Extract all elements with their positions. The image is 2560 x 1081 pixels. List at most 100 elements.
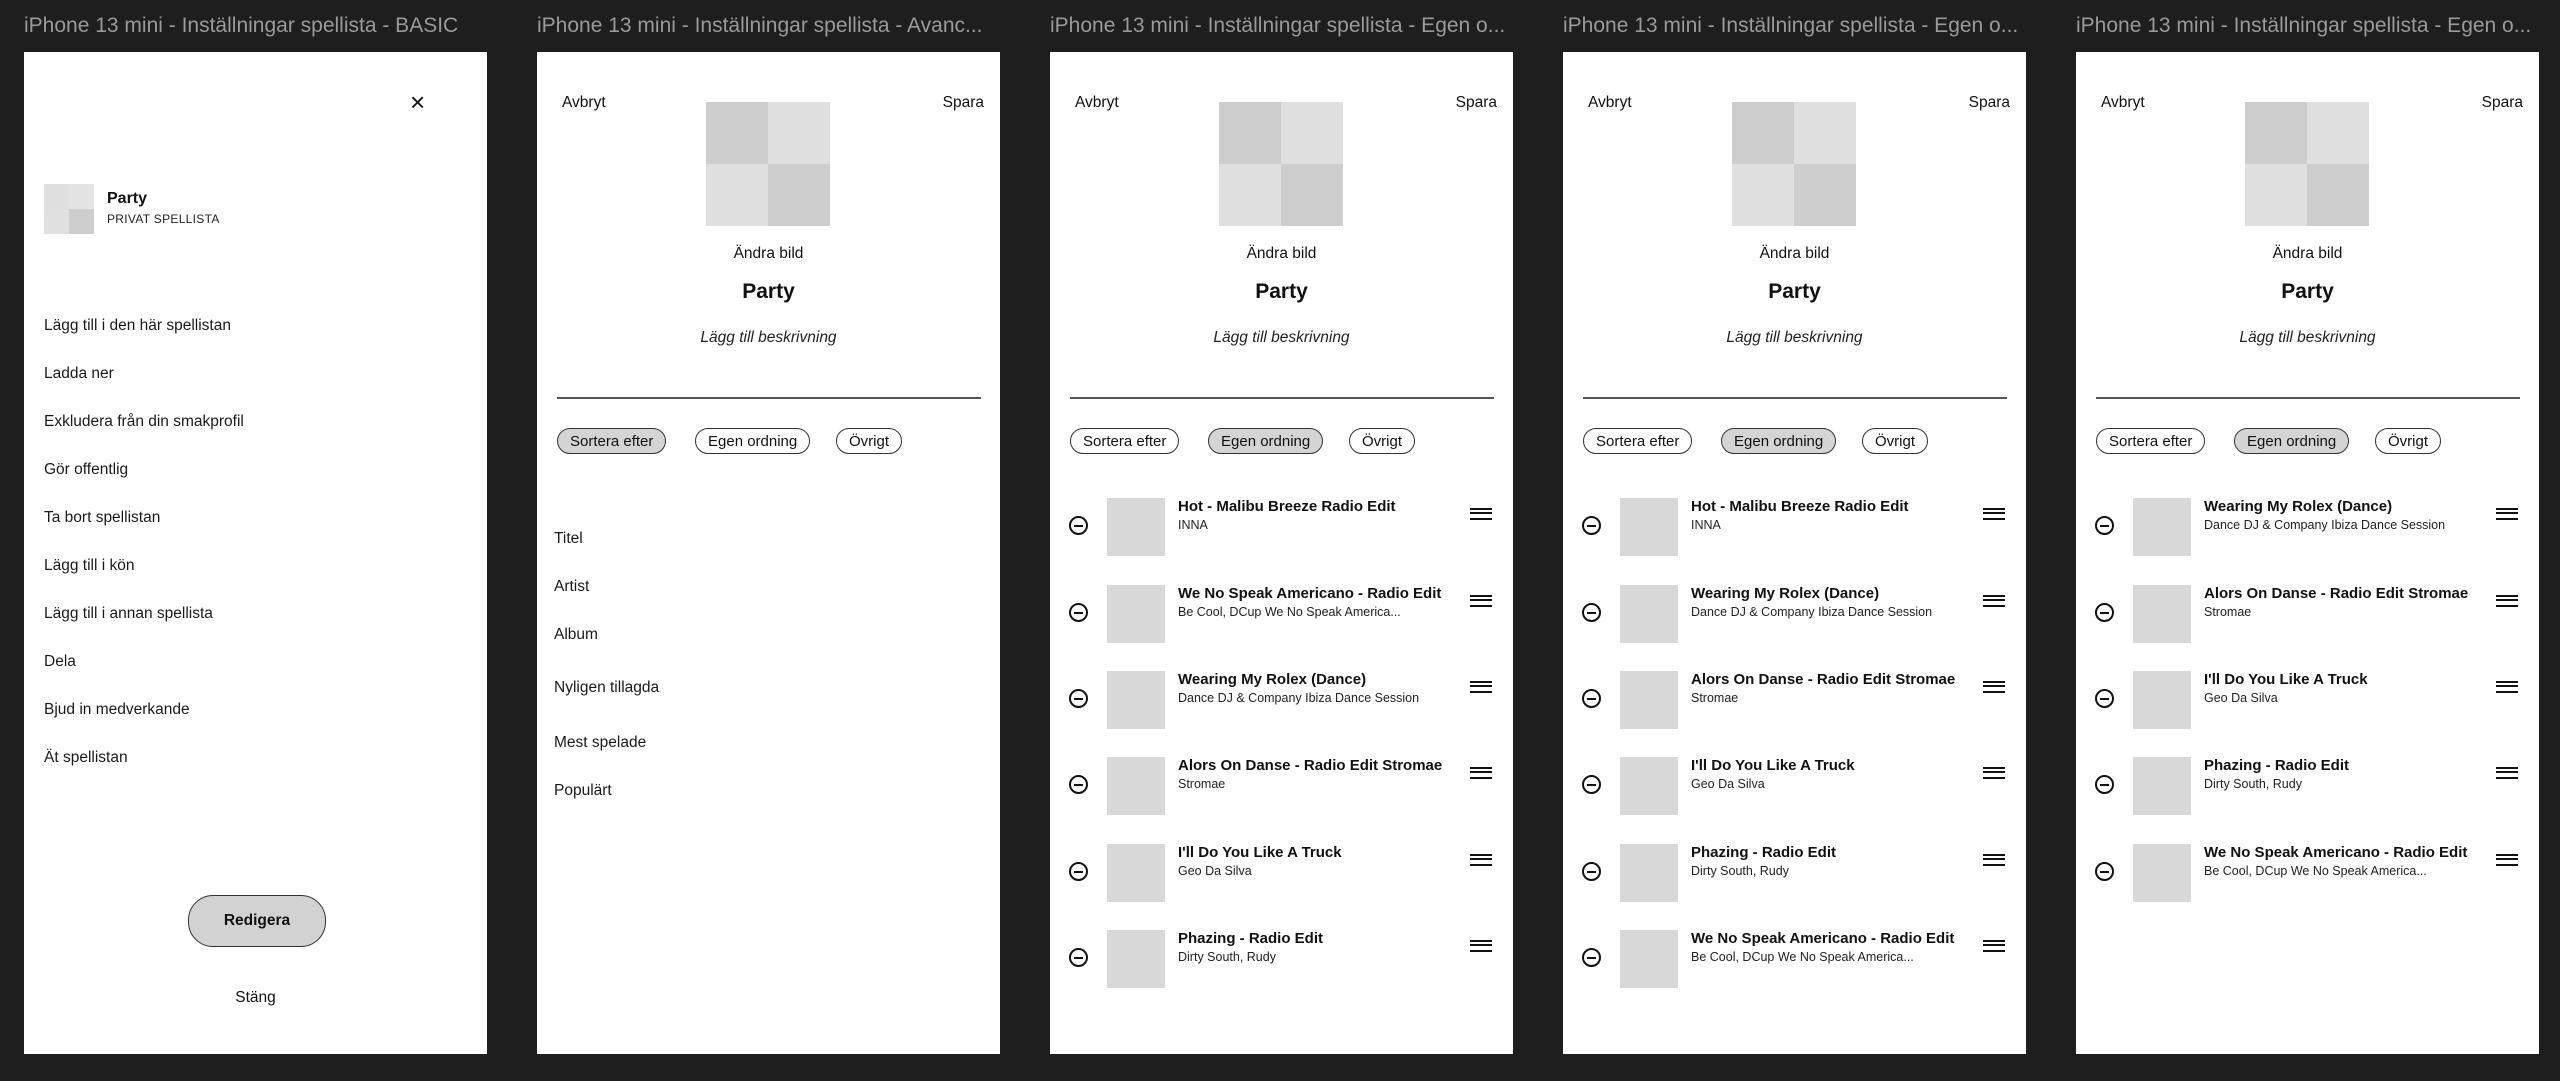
sort-option-popular[interactable]: Populärt	[554, 782, 612, 800]
sort-option-artist[interactable]: Artist	[554, 578, 589, 596]
remove-circle-icon[interactable]	[1582, 689, 1601, 708]
menu-item-add-to-playlist[interactable]: Lägg till i den här spellistan	[44, 317, 231, 335]
sort-option-title[interactable]: Titel	[554, 530, 583, 548]
track-artwork	[2133, 757, 2191, 815]
description-field[interactable]: Lägg till beskrivning	[537, 329, 1000, 347]
frame-custom-1: Avbryt Spara Ändra bild Party Lägg till …	[1050, 52, 1513, 1054]
tab-custom-order[interactable]: Egen ordning	[1721, 428, 1837, 454]
playlist-cover-image[interactable]	[706, 102, 830, 226]
drag-handle-icon[interactable]	[1470, 595, 1492, 607]
drag-handle-icon[interactable]	[1983, 854, 2005, 866]
change-image-link[interactable]: Ändra bild	[2076, 245, 2539, 263]
sort-option-album[interactable]: Album	[554, 626, 598, 644]
tab-custom-order[interactable]: Egen ordning	[695, 428, 811, 454]
description-field[interactable]: Lägg till beskrivning	[1050, 329, 1513, 347]
drag-handle-icon[interactable]	[1470, 681, 1492, 693]
drag-handle-icon[interactable]	[1983, 508, 2005, 520]
drag-handle-icon[interactable]	[2496, 854, 2518, 866]
tab-sort-by[interactable]: Sortera efter	[2096, 428, 2206, 454]
sort-option-most-played[interactable]: Mest spelade	[554, 734, 646, 752]
track-row: Wearing My Rolex (Dance) Dance DJ & Comp…	[1050, 671, 1513, 731]
remove-circle-icon[interactable]	[1582, 862, 1601, 881]
menu-item-add-to-queue[interactable]: Lägg till i kön	[44, 557, 134, 575]
tab-sort-by[interactable]: Sortera efter	[1583, 428, 1693, 454]
tab-custom-order[interactable]: Egen ordning	[1208, 428, 1324, 454]
remove-circle-icon[interactable]	[1069, 948, 1088, 967]
remove-circle-icon[interactable]	[2095, 516, 2114, 535]
drag-handle-icon[interactable]	[1983, 681, 2005, 693]
remove-circle-icon[interactable]	[1069, 516, 1088, 535]
track-artist: Stromae	[1691, 691, 1739, 705]
tab-sort-by[interactable]: Sortera efter	[1070, 428, 1180, 454]
tab-other[interactable]: Övrigt	[836, 428, 903, 454]
description-field[interactable]: Lägg till beskrivning	[1563, 329, 2026, 347]
remove-circle-icon[interactable]	[2095, 775, 2114, 794]
remove-circle-icon[interactable]	[1582, 948, 1601, 967]
menu-item-add-to-other-playlist[interactable]: Lägg till i annan spellista	[44, 605, 213, 623]
menu-item-delete-playlist[interactable]: Ta bort spellistan	[44, 509, 160, 527]
close-link[interactable]: Stäng	[24, 989, 487, 1007]
menu-item-make-public[interactable]: Gör offentlig	[44, 461, 128, 479]
cancel-button[interactable]: Avbryt	[1075, 94, 1119, 112]
change-image-link[interactable]: Ändra bild	[537, 245, 1000, 263]
playlist-cover-image[interactable]	[2245, 102, 2369, 226]
remove-circle-icon[interactable]	[1582, 516, 1601, 535]
drag-handle-icon[interactable]	[1983, 767, 2005, 779]
track-row: Phazing - Radio Edit Dirty South, Rudy	[1050, 930, 1513, 990]
save-button[interactable]: Spara	[2482, 94, 2523, 112]
menu-item-download[interactable]: Ladda ner	[44, 365, 114, 383]
drag-handle-icon[interactable]	[1983, 940, 2005, 952]
track-row: Wearing My Rolex (Dance) Dance DJ & Comp…	[2076, 498, 2539, 558]
menu-item-invite-collaborators[interactable]: Bjud in medverkande	[44, 701, 190, 719]
playlist-title[interactable]: Party	[1050, 280, 1513, 304]
playlist-cover-image[interactable]	[1219, 102, 1343, 226]
menu-item-share[interactable]: Dela	[44, 653, 76, 671]
edit-button[interactable]: Redigera	[188, 895, 326, 947]
track-artist: INNA	[1178, 518, 1208, 532]
tab-other[interactable]: Övrigt	[2375, 428, 2442, 454]
tab-other[interactable]: Övrigt	[1349, 428, 1416, 454]
drag-handle-icon[interactable]	[2496, 681, 2518, 693]
remove-circle-icon[interactable]	[1069, 603, 1088, 622]
tab-sort-by[interactable]: Sortera efter	[557, 428, 667, 454]
playlist-title[interactable]: Party	[537, 280, 1000, 304]
playlist-title[interactable]: Party	[2076, 280, 2539, 304]
change-image-link[interactable]: Ändra bild	[1050, 245, 1513, 263]
remove-circle-icon[interactable]	[1582, 775, 1601, 794]
drag-handle-icon[interactable]	[2496, 767, 2518, 779]
menu-item-exclude-taste[interactable]: Exkludera från din smakprofil	[44, 413, 244, 431]
remove-circle-icon[interactable]	[2095, 862, 2114, 881]
save-button[interactable]: Spara	[1969, 94, 2010, 112]
track-row: We No Speak Americano - Radio Edit Be Co…	[1050, 585, 1513, 645]
description-field[interactable]: Lägg till beskrivning	[2076, 329, 2539, 347]
drag-handle-icon[interactable]	[2496, 508, 2518, 520]
playlist-title[interactable]: Party	[1563, 280, 2026, 304]
remove-circle-icon[interactable]	[1582, 603, 1601, 622]
drag-handle-icon[interactable]	[1470, 940, 1492, 952]
cancel-button[interactable]: Avbryt	[2101, 94, 2145, 112]
drag-handle-icon[interactable]	[1470, 854, 1492, 866]
menu-item-eat-playlist[interactable]: Ät spellistan	[44, 749, 128, 767]
tab-other[interactable]: Övrigt	[1862, 428, 1929, 454]
remove-circle-icon[interactable]	[2095, 603, 2114, 622]
remove-circle-icon[interactable]	[2095, 689, 2114, 708]
drag-handle-icon[interactable]	[1470, 767, 1492, 779]
drag-handle-icon[interactable]	[1983, 595, 2005, 607]
cancel-button[interactable]: Avbryt	[1588, 94, 1632, 112]
track-row: Phazing - Radio Edit Dirty South, Rudy	[2076, 757, 2539, 817]
close-icon[interactable]: ×	[410, 89, 425, 115]
remove-circle-icon[interactable]	[1069, 862, 1088, 881]
tab-custom-order[interactable]: Egen ordning	[2234, 428, 2350, 454]
cancel-button[interactable]: Avbryt	[562, 94, 606, 112]
frame-title-custom-3: iPhone 13 mini - Inställningar spellista…	[2076, 14, 2532, 37]
remove-circle-icon[interactable]	[1069, 775, 1088, 794]
remove-circle-icon[interactable]	[1069, 689, 1088, 708]
track-artwork	[1620, 930, 1678, 988]
playlist-cover-image[interactable]	[1732, 102, 1856, 226]
save-button[interactable]: Spara	[1456, 94, 1497, 112]
change-image-link[interactable]: Ändra bild	[1563, 245, 2026, 263]
drag-handle-icon[interactable]	[1470, 508, 1492, 520]
drag-handle-icon[interactable]	[2496, 595, 2518, 607]
save-button[interactable]: Spara	[943, 94, 984, 112]
sort-option-recently-added[interactable]: Nyligen tillagda	[554, 679, 659, 697]
